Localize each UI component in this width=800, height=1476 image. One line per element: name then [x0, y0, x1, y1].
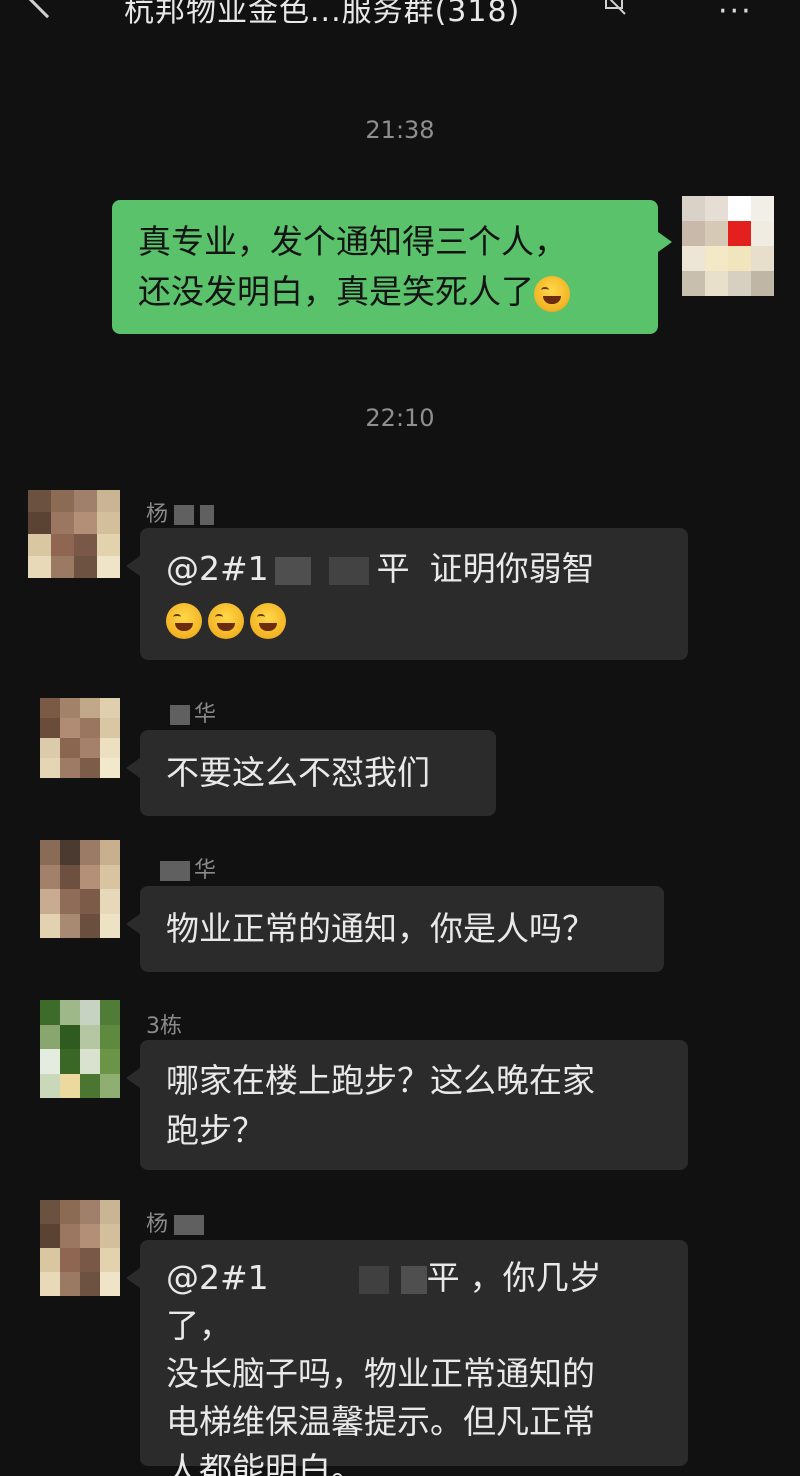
- chat-title: 杭邦物业金色...服务群(318): [124, 0, 521, 29]
- sender-avatar[interactable]: [40, 1000, 120, 1098]
- message-text: 人都能明白。: [166, 1450, 364, 1476]
- sender-name: 杨: [146, 496, 215, 528]
- chevron-left-icon[interactable]: [25, 0, 69, 19]
- sender-avatar[interactable]: [40, 698, 120, 778]
- more-icon[interactable]: ···: [718, 0, 753, 29]
- message-bubble[interactable]: @2#1 平，你几岁了， 没长脑子吗，物业正常通知的 电梯维保温馨提示。但凡正常 …: [126, 1240, 688, 1476]
- laughing-crying-emoji-icon: [534, 275, 570, 312]
- message-text: 还没发明白，真是笑死人了: [138, 272, 534, 311]
- sender-name: 杨: [146, 1206, 205, 1238]
- timestamp: 22:10: [365, 404, 435, 432]
- message-text: 跑步？: [166, 1111, 265, 1150]
- message-text: 不要这么不怼我们: [166, 753, 430, 792]
- message-bubble[interactable]: @2#1 平证明你弱智: [126, 528, 688, 660]
- message-bubble[interactable]: 哪家在楼上跑步？这么晚在家 跑步？: [126, 1040, 688, 1170]
- laughing-crying-emoji-icon: [166, 602, 202, 639]
- laughing-crying-emoji-icon: [250, 602, 286, 639]
- chat-header: 杭邦物业金色...服务群(318) ···: [0, 0, 800, 29]
- message-text: 证明你弱智: [429, 549, 595, 588]
- my-avatar[interactable]: [682, 196, 774, 296]
- message-text: 电梯维保温馨提示。但凡正常: [166, 1402, 595, 1441]
- sender-name: 华: [170, 696, 216, 728]
- sender-avatar[interactable]: [40, 1200, 120, 1296]
- bell-off-icon: [605, 0, 626, 15]
- laughing-crying-emoji-icon: [208, 602, 244, 639]
- my-message-bubble[interactable]: 真专业，发个通知得三个人， 还没发明白，真是笑死人了: [112, 200, 672, 334]
- message-text: 哪家在楼上跑步？这么晚在家: [166, 1061, 595, 1100]
- sender-avatar[interactable]: [40, 840, 120, 938]
- sender-name: 华: [160, 852, 216, 884]
- message-bubble[interactable]: 不要这么不怼我们: [126, 730, 496, 816]
- sender-avatar[interactable]: [28, 490, 120, 578]
- message-text: 没长脑子吗，物业正常通知的: [166, 1354, 595, 1393]
- message-text: 真专业，发个通知得三个人，: [138, 222, 567, 261]
- timestamp: 21:38: [365, 116, 435, 144]
- sender-name: 3栋: [146, 1014, 182, 1039]
- message-text: 物业正常的通知，你是人吗？: [166, 909, 595, 948]
- message-bubble[interactable]: 物业正常的通知，你是人吗？: [126, 886, 664, 972]
